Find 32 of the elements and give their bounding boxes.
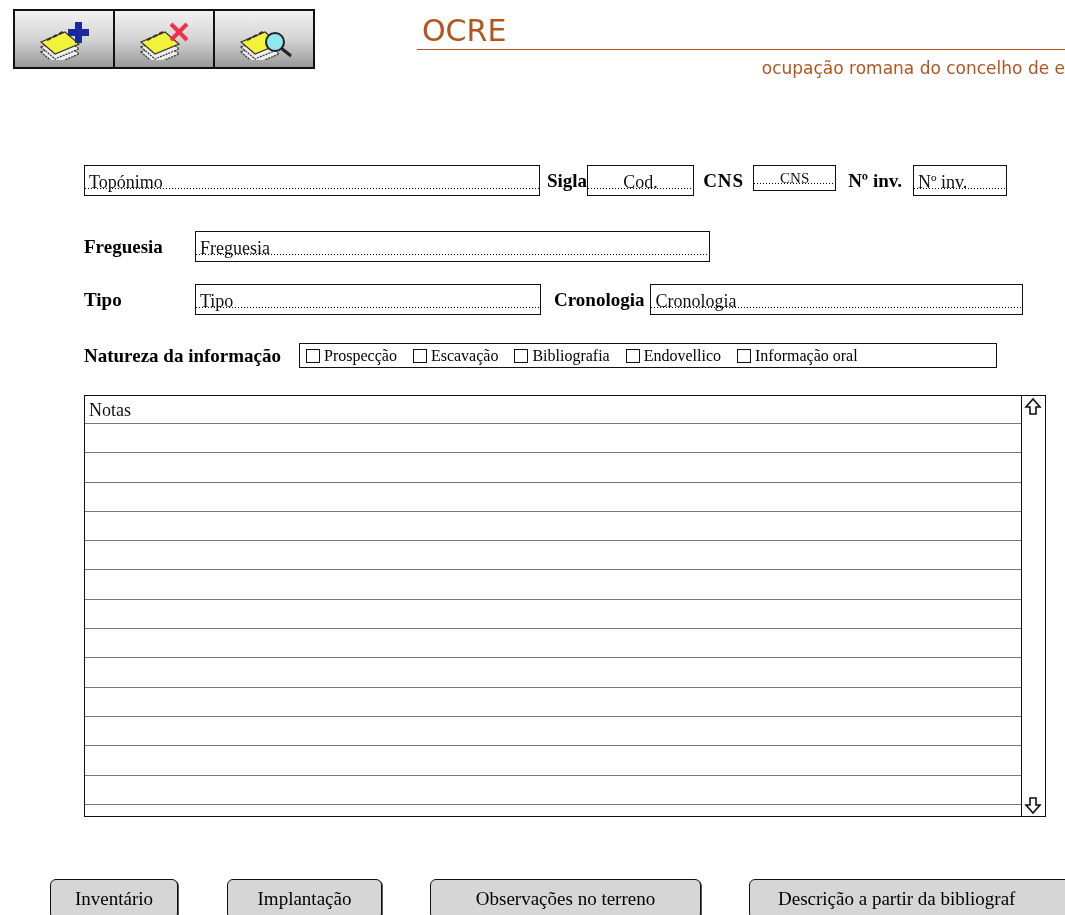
code-field[interactable]: Cod.: [587, 165, 695, 196]
type-field[interactable]: Tipo: [195, 284, 541, 315]
inventory-number-field[interactable]: Nº inv.: [912, 165, 1007, 196]
section-button[interactable]: Inventário: [50, 879, 178, 915]
field-label: Sigla: [547, 169, 588, 192]
field-label: Natureza da informação: [84, 344, 281, 367]
toolbar-button[interactable]: [215, 11, 313, 67]
source-checkbox[interactable]: Prospecção: [306, 346, 397, 365]
field-label: Freguesia: [84, 235, 164, 258]
scroll-down-icon[interactable]: [1022, 794, 1044, 816]
app-title: OCRE: [417, 13, 1065, 50]
app-subtitle: ocupação romana do concelho de e: [761, 58, 1065, 78]
toolbar-button[interactable]: [15, 11, 113, 67]
toolbar-button[interactable]: [115, 11, 213, 67]
source-checkbox[interactable]: Escavação: [412, 346, 499, 365]
field-label: Tipo: [84, 288, 123, 311]
source-checkbox[interactable]: Informação oral: [737, 346, 858, 365]
notes-field[interactable]: Notas: [84, 395, 1021, 817]
section-button[interactable]: Descrição a partir da bibliograf: [749, 879, 1065, 915]
scroll-up-icon[interactable]: [1022, 396, 1044, 418]
source-checkbox[interactable]: Endovellico: [625, 346, 721, 365]
field-label: Cronologia: [554, 288, 645, 311]
source-checkbox[interactable]: Bibliografia: [514, 346, 610, 365]
chronology-field[interactable]: Cronologia: [650, 284, 1024, 315]
field-label: CNS: [703, 169, 745, 192]
field-label: Nº inv.: [848, 169, 902, 192]
section-button[interactable]: Observações no terreno: [430, 879, 701, 915]
scrollbar[interactable]: [1021, 395, 1046, 817]
section-button[interactable]: Implantação: [227, 879, 382, 915]
toponym-field[interactable]: Topónimo: [84, 165, 540, 196]
cns-field[interactable]: CNS: [753, 165, 837, 191]
parish-field[interactable]: Freguesia: [195, 231, 710, 262]
